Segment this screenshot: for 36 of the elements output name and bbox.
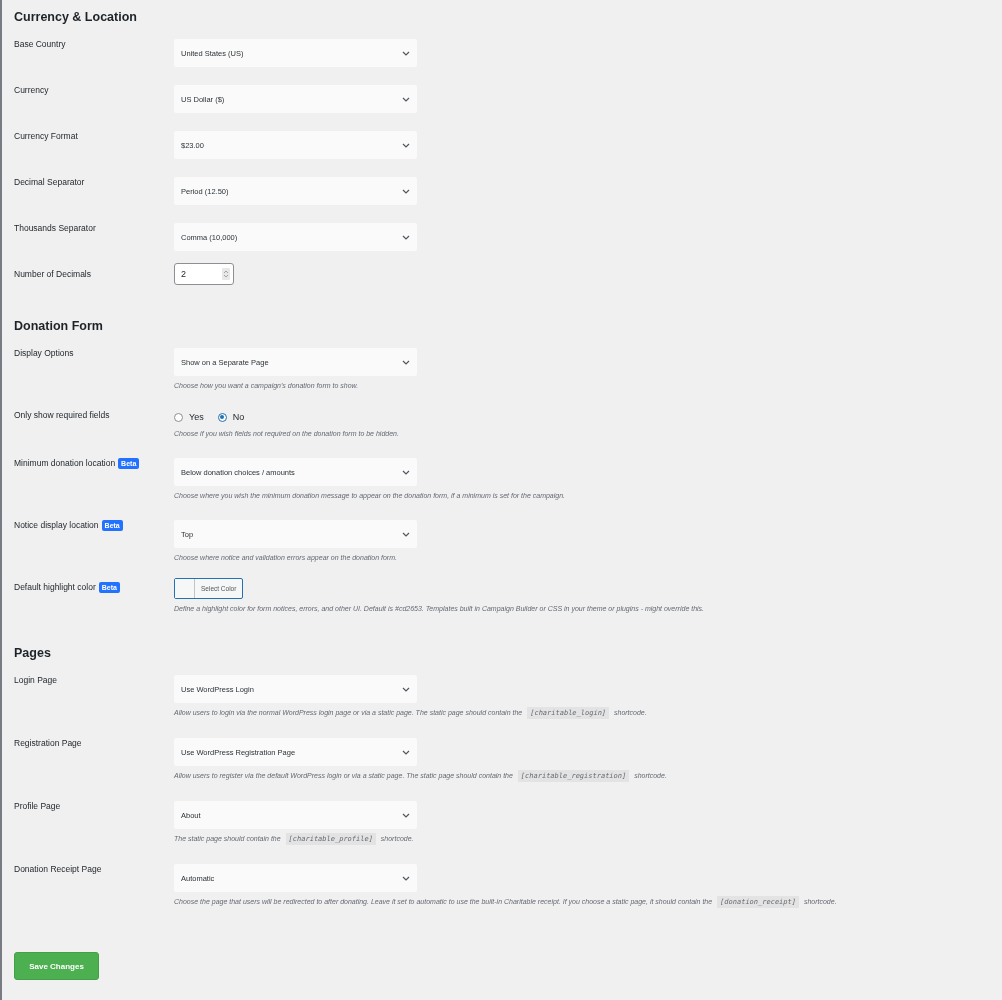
setting-label: Base Country	[14, 39, 66, 49]
radio-label[interactable]: Yes	[189, 412, 204, 422]
chevron-down-icon	[402, 96, 410, 102]
setting-label: Currency	[14, 85, 49, 95]
setting-label: Only show required fields	[14, 410, 110, 420]
setting-label: Login Page	[14, 675, 57, 685]
setting-label: Registration Page	[14, 738, 82, 748]
section-heading: Pages	[14, 646, 52, 660]
chevron-down-icon	[402, 812, 410, 818]
section-heading: Currency & Location	[14, 10, 138, 24]
radio-button[interactable]	[174, 412, 183, 422]
chevron-down-icon	[402, 359, 410, 365]
setting-label: Profile Page	[14, 801, 61, 811]
chevron-down-icon	[402, 531, 410, 537]
setting-label: Display Options	[14, 348, 74, 358]
setting-label: Notice display location	[14, 520, 99, 530]
spinner-icon[interactable]	[222, 268, 230, 280]
chevron-down-icon	[402, 875, 410, 881]
number-input[interactable]: 2	[174, 263, 234, 285]
chevron-down-icon	[402, 234, 410, 240]
chevron-down-icon	[402, 749, 410, 755]
setting-label: Default highlight color	[14, 582, 96, 592]
chevron-down-icon	[402, 142, 410, 148]
setting-label: Number of Decimals	[14, 269, 91, 279]
chevron-down-icon	[402, 686, 410, 692]
setting-label: Thousands Separator	[14, 223, 96, 233]
setting-label: Decimal Separator	[14, 177, 85, 187]
radio-button[interactable]	[217, 412, 227, 422]
chevron-down-icon	[402, 188, 410, 194]
setting-label: Currency Format	[14, 131, 78, 141]
section-heading: Donation Form	[14, 319, 104, 333]
setting-label: Minimum donation location	[14, 458, 116, 468]
chevron-down-icon	[402, 469, 410, 475]
radio-label[interactable]: No	[232, 412, 245, 422]
setting-label: Donation Receipt Page	[14, 864, 102, 874]
chevron-down-icon	[402, 50, 410, 56]
